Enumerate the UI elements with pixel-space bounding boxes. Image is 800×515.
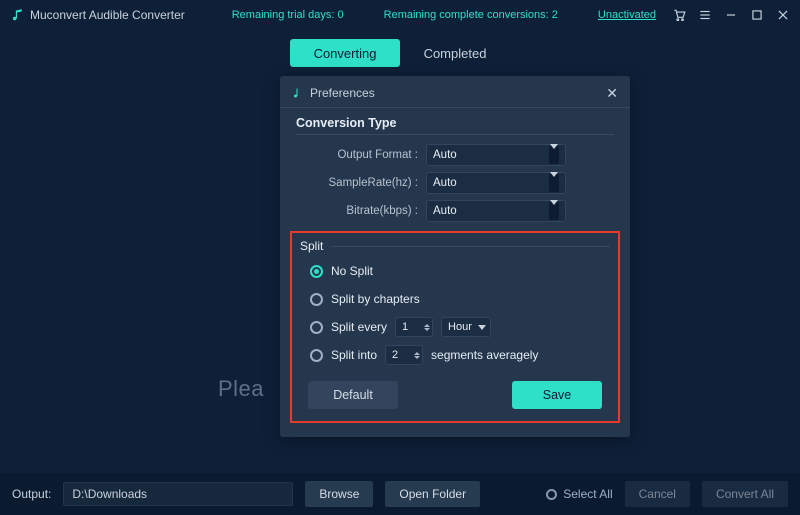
- chevron-down-icon: [549, 202, 559, 220]
- radio-icon: [310, 265, 323, 278]
- split-no-split[interactable]: No Split: [298, 257, 612, 285]
- radio-icon: [310, 321, 323, 334]
- titlebar: Muconvert Audible Converter Remaining tr…: [0, 0, 800, 30]
- radio-icon: [310, 349, 323, 362]
- split-heading: Split: [298, 237, 612, 257]
- convert-all-button[interactable]: Convert All: [702, 481, 788, 507]
- output-path-field[interactable]: D:\Downloads: [63, 482, 293, 506]
- output-format-row: Output Format : Auto: [280, 141, 630, 169]
- tab-converting[interactable]: Converting: [290, 39, 400, 67]
- minimize-icon[interactable]: [724, 8, 738, 22]
- split-every-unit-select[interactable]: Hour: [441, 317, 491, 337]
- app-logo-icon: [10, 8, 24, 22]
- select-all-toggle[interactable]: Select All: [546, 487, 612, 501]
- split-every-value[interactable]: 1: [395, 317, 433, 337]
- footer: Output: D:\Downloads Browse Open Folder …: [0, 473, 800, 515]
- trial-days: Remaining trial days: 0: [232, 9, 344, 21]
- main-area: Plea Preferences ✕ Conversion Type Outpu…: [0, 76, 800, 473]
- preferences-icon: [292, 87, 304, 99]
- tab-completed[interactable]: Completed: [400, 39, 510, 67]
- default-button[interactable]: Default: [308, 381, 398, 409]
- radio-icon: [310, 293, 323, 306]
- dialog-close-icon[interactable]: ✕: [606, 86, 618, 100]
- dialog-title: Preferences: [310, 86, 375, 100]
- chevron-down-icon: [478, 325, 486, 330]
- cancel-button[interactable]: Cancel: [625, 481, 690, 507]
- output-format-label: Output Format :: [296, 149, 426, 161]
- conversion-type-heading: Conversion Type: [280, 108, 630, 134]
- dialog-header: Preferences ✕: [280, 84, 630, 108]
- split-into[interactable]: Split into 2 segments averagely: [298, 341, 612, 369]
- split-section-highlight: Split No Split Split by chapters Split e…: [290, 231, 620, 423]
- preferences-dialog: Preferences ✕ Conversion Type Output For…: [280, 76, 630, 437]
- output-label: Output:: [12, 487, 51, 501]
- close-icon[interactable]: [776, 8, 790, 22]
- split-every[interactable]: Split every 1 Hour: [298, 313, 612, 341]
- menu-icon[interactable]: [698, 8, 712, 22]
- output-format-select[interactable]: Auto: [426, 144, 566, 166]
- bitrate-select[interactable]: Auto: [426, 200, 566, 222]
- cart-icon[interactable]: [672, 8, 686, 22]
- radio-icon: [546, 489, 557, 500]
- samplerate-row: SampleRate(hz) : Auto: [280, 169, 630, 197]
- open-folder-button[interactable]: Open Folder: [385, 481, 480, 507]
- chevron-down-icon: [549, 146, 559, 164]
- app-title: Muconvert Audible Converter: [30, 8, 185, 22]
- maximize-icon[interactable]: [750, 8, 764, 22]
- divider: [296, 134, 614, 135]
- split-into-value[interactable]: 2: [385, 345, 423, 365]
- samplerate-label: SampleRate(hz) :: [296, 177, 426, 189]
- samplerate-select[interactable]: Auto: [426, 172, 566, 194]
- chevron-down-icon: [549, 174, 559, 192]
- bitrate-label: Bitrate(kbps) :: [296, 205, 426, 217]
- split-by-chapters[interactable]: Split by chapters: [298, 285, 612, 313]
- save-button[interactable]: Save: [512, 381, 602, 409]
- tabs: Converting Completed: [0, 30, 800, 76]
- unactivated-link[interactable]: Unactivated: [598, 9, 656, 21]
- browse-button[interactable]: Browse: [305, 481, 373, 507]
- dialog-buttons: Default Save: [298, 369, 612, 409]
- remaining-conversions: Remaining complete conversions: 2: [384, 9, 558, 21]
- bitrate-row: Bitrate(kbps) : Auto: [280, 197, 630, 225]
- empty-placeholder-text: Plea: [218, 376, 264, 402]
